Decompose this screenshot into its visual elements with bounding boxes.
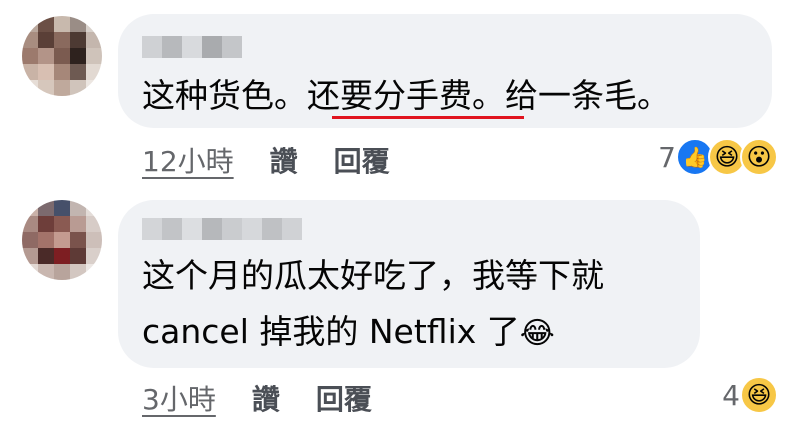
tears-of-joy-emoji-icon: 😂 [519,316,555,351]
comment-actions: 3小時 讚 回覆 [142,378,372,418]
comment-text-line-1: 这个月的瓜太好吃了，我等下就 [142,256,604,295]
reaction-summary[interactable]: 4 😆 [722,376,778,414]
comment-text-line-2-text: cancel 掉我的 Netflix 了 [142,312,520,351]
reaction-count: 4 [722,378,740,412]
comment-text: 这个月的瓜太好吃了，我等下就 cancel 掉我的 Netflix 了😂 [142,248,604,362]
like-button[interactable]: 讚 [252,378,280,418]
haha-icon: 😆 [740,376,778,414]
reply-button[interactable]: 回覆 [316,378,372,418]
comment-2: 这个月的瓜太好吃了，我等下就 cancel 掉我的 Netflix 了😂 3小時… [0,0,800,416]
avatar[interactable] [22,200,102,280]
commenter-name-blurred[interactable] [142,218,302,240]
comment-text-line-2: cancel 掉我的 Netflix 了😂 [142,304,604,362]
timestamp-link[interactable]: 3小時 [142,378,216,418]
